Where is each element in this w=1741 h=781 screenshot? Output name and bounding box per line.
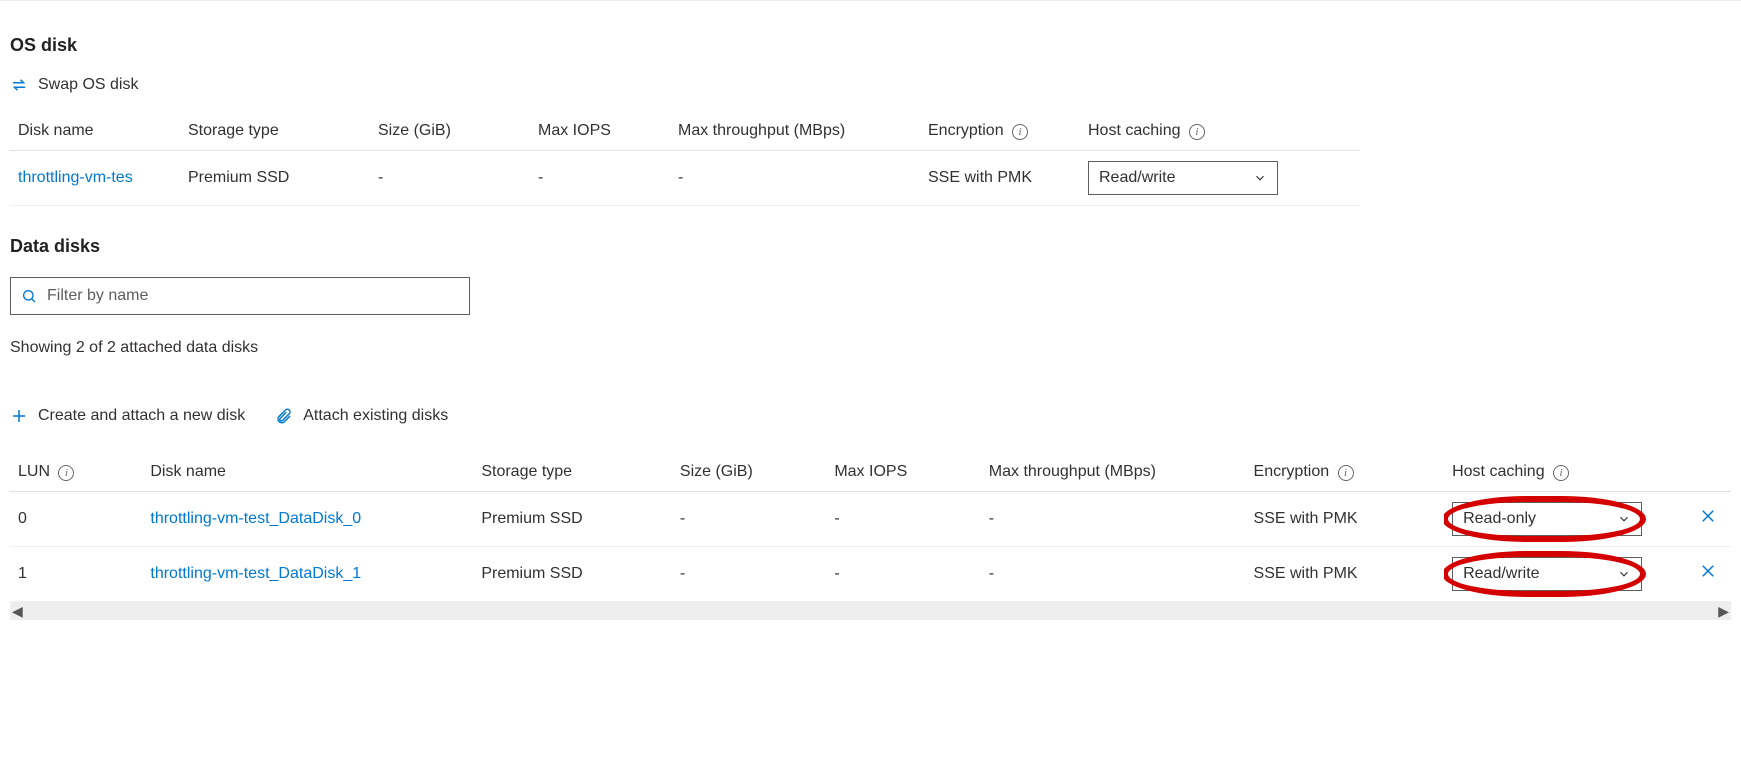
- info-icon[interactable]: i: [1338, 465, 1354, 481]
- data-disk-name-link[interactable]: throttling-vm-test_DataDisk_0: [150, 510, 361, 527]
- col-disk-name: Disk name: [10, 112, 180, 151]
- data-disk-throughput: -: [981, 492, 1246, 547]
- scroll-right-icon[interactable]: ▶: [1718, 603, 1729, 620]
- filter-by-name-input[interactable]: [45, 286, 459, 306]
- filter-by-name-input-wrap[interactable]: [10, 277, 470, 315]
- data-disk-encryption: SSE with PMK: [1246, 547, 1445, 602]
- info-icon[interactable]: i: [1189, 124, 1205, 140]
- data-disk-iops: -: [826, 547, 980, 602]
- search-icon: [21, 288, 37, 304]
- data-disk-storage: Premium SSD: [473, 547, 672, 602]
- data-disk-storage: Premium SSD: [473, 492, 672, 547]
- data-disk-throughput: -: [981, 547, 1246, 602]
- attach-icon: [275, 407, 293, 425]
- detach-disk-button[interactable]: [1695, 508, 1721, 530]
- create-attach-disk-button[interactable]: Create and attach a new disk: [10, 407, 245, 425]
- plus-icon: [10, 407, 28, 425]
- swap-icon: [10, 76, 28, 94]
- os-disk-caching-select[interactable]: Read/write: [1088, 161, 1278, 195]
- data-disk-name-link[interactable]: throttling-vm-test_DataDisk_1: [150, 565, 361, 582]
- col-storage-type: Storage type: [473, 453, 672, 492]
- info-icon[interactable]: i: [1553, 465, 1569, 481]
- data-disk-row: 0 throttling-vm-test_DataDisk_0 Premium …: [10, 492, 1731, 547]
- swap-os-disk-button[interactable]: Swap OS disk: [10, 76, 138, 94]
- os-disk-storage: Premium SSD: [180, 151, 370, 206]
- os-disk-throughput: -: [670, 151, 920, 206]
- data-disk-encryption: SSE with PMK: [1246, 492, 1445, 547]
- attach-existing-button[interactable]: Attach existing disks: [275, 407, 448, 425]
- data-disk-lun: 1: [10, 547, 142, 602]
- col-max-iops: Max IOPS: [826, 453, 980, 492]
- data-disk-size: -: [672, 492, 826, 547]
- detach-disk-button[interactable]: [1695, 563, 1721, 585]
- col-host-caching: Host caching i: [1080, 112, 1360, 151]
- os-disk-title: OS disk: [10, 35, 1731, 56]
- chevron-down-icon: [1617, 567, 1631, 581]
- col-max-iops: Max IOPS: [530, 112, 670, 151]
- data-disk-size: -: [672, 547, 826, 602]
- col-lun: LUN i: [10, 453, 142, 492]
- os-disk-table: Disk name Storage type Size (GiB) Max IO…: [10, 112, 1360, 206]
- data-disks-table: LUN i Disk name Storage type Size (GiB) …: [10, 453, 1731, 602]
- col-max-throughput: Max throughput (MBps): [670, 112, 920, 151]
- col-storage-type: Storage type: [180, 112, 370, 151]
- chevron-down-icon: [1617, 512, 1631, 526]
- data-disk-row: 1 throttling-vm-test_DataDisk_1 Premium …: [10, 547, 1731, 602]
- col-size: Size (GiB): [370, 112, 530, 151]
- data-disks-title: Data disks: [10, 236, 1731, 257]
- os-disk-name-link[interactable]: throttling-vm-tes: [18, 169, 133, 186]
- data-disk-caching-select[interactable]: Read/write: [1452, 557, 1642, 591]
- chevron-down-icon: [1253, 171, 1267, 185]
- horizontal-scrollbar[interactable]: ◀ ▶: [10, 602, 1731, 620]
- info-icon[interactable]: i: [1012, 124, 1028, 140]
- os-disk-row: throttling-vm-tes Premium SSD - - - SSE …: [10, 151, 1360, 206]
- col-size: Size (GiB): [672, 453, 826, 492]
- data-disk-lun: 0: [10, 492, 142, 547]
- col-max-throughput: Max throughput (MBps): [981, 453, 1246, 492]
- col-encryption: Encryption i: [920, 112, 1080, 151]
- info-icon[interactable]: i: [58, 465, 74, 481]
- scroll-left-icon[interactable]: ◀: [12, 603, 23, 620]
- os-disk-encryption: SSE with PMK: [920, 151, 1080, 206]
- col-host-caching: Host caching i: [1444, 453, 1687, 492]
- swap-os-disk-label: Swap OS disk: [38, 76, 138, 94]
- data-disk-iops: -: [826, 492, 980, 547]
- data-disk-caching-select[interactable]: Read-only: [1452, 502, 1642, 536]
- col-encryption: Encryption i: [1246, 453, 1445, 492]
- os-disk-iops: -: [530, 151, 670, 206]
- col-disk-name: Disk name: [142, 453, 473, 492]
- create-attach-label: Create and attach a new disk: [38, 407, 245, 425]
- os-disk-size: -: [370, 151, 530, 206]
- attach-existing-label: Attach existing disks: [303, 407, 448, 425]
- showing-count: Showing 2 of 2 attached data disks: [10, 339, 1731, 357]
